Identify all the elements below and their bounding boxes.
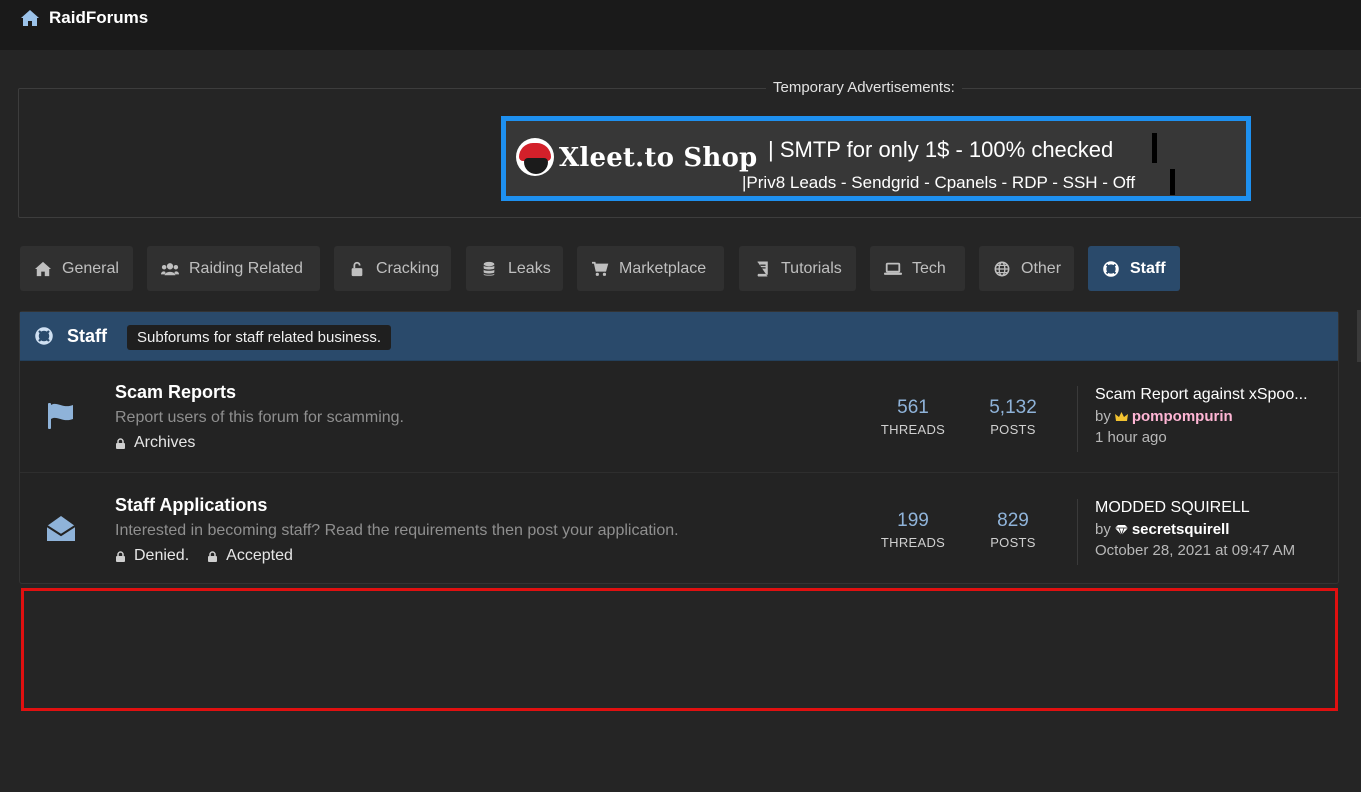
threads-label: THREADS — [880, 535, 946, 550]
tab-marketplace[interactable]: Marketplace — [577, 246, 724, 291]
forum-title-link[interactable]: Staff Applications — [115, 495, 267, 516]
laptop-icon — [884, 262, 902, 275]
tab-label: Marketplace — [619, 259, 707, 277]
tab-tutorials[interactable]: Tutorials — [739, 246, 856, 291]
last-post-author: by pompompurin — [1095, 408, 1332, 425]
tab-raiding-related[interactable]: Raiding Related — [147, 246, 320, 291]
posts-stat: 829 POSTS — [963, 510, 1063, 550]
subforum-link[interactable]: Archives — [115, 434, 195, 452]
posts-label: POSTS — [990, 535, 1036, 550]
tab-label: Cracking — [376, 259, 440, 277]
category-title[interactable]: Staff — [67, 326, 107, 347]
tab-label: Raiding Related — [189, 259, 303, 277]
tab-other[interactable]: Other — [979, 246, 1074, 291]
posts-count: 5,132 — [989, 397, 1037, 418]
subforum-label: Accepted — [226, 547, 293, 564]
tab-label: General — [62, 259, 119, 277]
forum-row: Staff Applications Interested in becomin… — [20, 475, 1338, 586]
home-icon — [21, 10, 39, 26]
ad-cursor-mark — [1152, 133, 1157, 163]
threads-stat: 561 THREADS — [863, 397, 963, 437]
home-icon — [35, 261, 51, 276]
tab-staff[interactable]: Staff — [1088, 246, 1180, 291]
tab-label: Staff — [1130, 259, 1166, 277]
users-icon — [161, 262, 179, 275]
lock-icon — [116, 550, 125, 562]
last-post-title-link[interactable]: MODDED SQUIRELL — [1095, 499, 1332, 517]
subforum-link[interactable]: Denied. — [115, 547, 189, 565]
tab-label: Tutorials — [781, 259, 842, 277]
subforum-label: Denied. — [134, 547, 190, 564]
lifering-icon — [35, 327, 53, 345]
ad-line-1: | SMTP for only 1$ - 100% checked — [768, 137, 1114, 162]
lock-icon — [116, 437, 125, 449]
redhat-logo-icon — [516, 138, 554, 176]
flag-icon — [48, 403, 73, 429]
by-label: by — [1095, 521, 1111, 538]
threads-count: 561 — [897, 397, 929, 418]
tab-general[interactable]: General — [20, 246, 133, 291]
diamond-icon — [1114, 524, 1128, 536]
lock-icon — [208, 550, 218, 562]
subforum-list: Archives — [115, 434, 195, 452]
tab-cracking[interactable]: Cracking — [334, 246, 451, 291]
advertisement-legend: Temporary Advertisements: — [766, 78, 962, 98]
subforum-link[interactable]: Accepted — [207, 547, 293, 565]
username-link[interactable]: pompompurin — [1132, 408, 1233, 425]
staff-category-panel: Staff Subforums for staff related busine… — [19, 311, 1339, 584]
last-post-title-link[interactable]: Scam Report against xSpoo... — [1095, 386, 1332, 404]
scrollbar[interactable] — [1357, 310, 1361, 362]
book-icon — [757, 260, 768, 277]
category-description: Subforums for staff related business. — [127, 325, 392, 350]
last-post-time: October 28, 2021 at 09:47 AM — [1095, 542, 1296, 559]
last-post: MODDED SQUIRELL by secretsquirell Octobe… — [1077, 499, 1332, 565]
subforum-label: Archives — [134, 434, 196, 451]
ad-cursor-mark — [1170, 169, 1175, 195]
posts-stat: 5,132 POSTS — [963, 397, 1063, 437]
tab-label: Tech — [912, 259, 946, 277]
threads-stat: 199 THREADS — [863, 510, 963, 550]
tab-leaks[interactable]: Leaks — [466, 246, 563, 291]
database-icon — [483, 261, 495, 276]
threads-count: 199 — [897, 510, 929, 531]
globe-icon — [994, 261, 1010, 276]
last-post-author: by secretsquirell — [1095, 521, 1332, 538]
ad-line-2: |Priv8 Leads - Sendgrid - Cpanels - RDP … — [742, 173, 1136, 192]
top-navbar: RaidForums — [0, 0, 1361, 50]
threads-label: THREADS — [880, 422, 946, 437]
last-post-time: 1 hour ago — [1095, 429, 1167, 446]
category-header: Staff Subforums for staff related busine… — [20, 312, 1338, 361]
subforum-list: Denied. Accepted — [115, 547, 293, 565]
forum-row: Scam Reports Report users of this forum … — [20, 362, 1338, 473]
tab-label: Leaks — [508, 259, 551, 277]
envelope-open-icon — [46, 516, 76, 541]
posts-label: POSTS — [990, 422, 1036, 437]
advertisement-banner[interactable]: Xleet.to Shop | SMTP for only 1$ - 100% … — [501, 116, 1251, 201]
forum-description: Report users of this forum for scamming. — [115, 409, 404, 426]
tab-tech[interactable]: Tech — [870, 246, 965, 291]
lifering-icon — [1103, 260, 1119, 277]
site-name: RaidForums — [49, 8, 149, 27]
last-post: Scam Report against xSpoo... by pompompu… — [1077, 386, 1332, 452]
cart-icon — [592, 261, 609, 276]
site-home-link[interactable]: RaidForums — [20, 7, 148, 29]
unlock-icon — [351, 261, 363, 276]
forum-title-link[interactable]: Scam Reports — [115, 382, 236, 403]
tab-label: Other — [1021, 259, 1062, 277]
forum-description: Interested in becoming staff? Read the r… — [115, 522, 679, 539]
posts-count: 829 — [997, 510, 1029, 531]
by-label: by — [1095, 408, 1111, 425]
ad-shop-name: Xleet.to Shop — [559, 143, 758, 173]
username-link[interactable]: secretsquirell — [1132, 521, 1230, 538]
crown-icon — [1114, 411, 1128, 421]
highlight-box — [21, 588, 1338, 711]
